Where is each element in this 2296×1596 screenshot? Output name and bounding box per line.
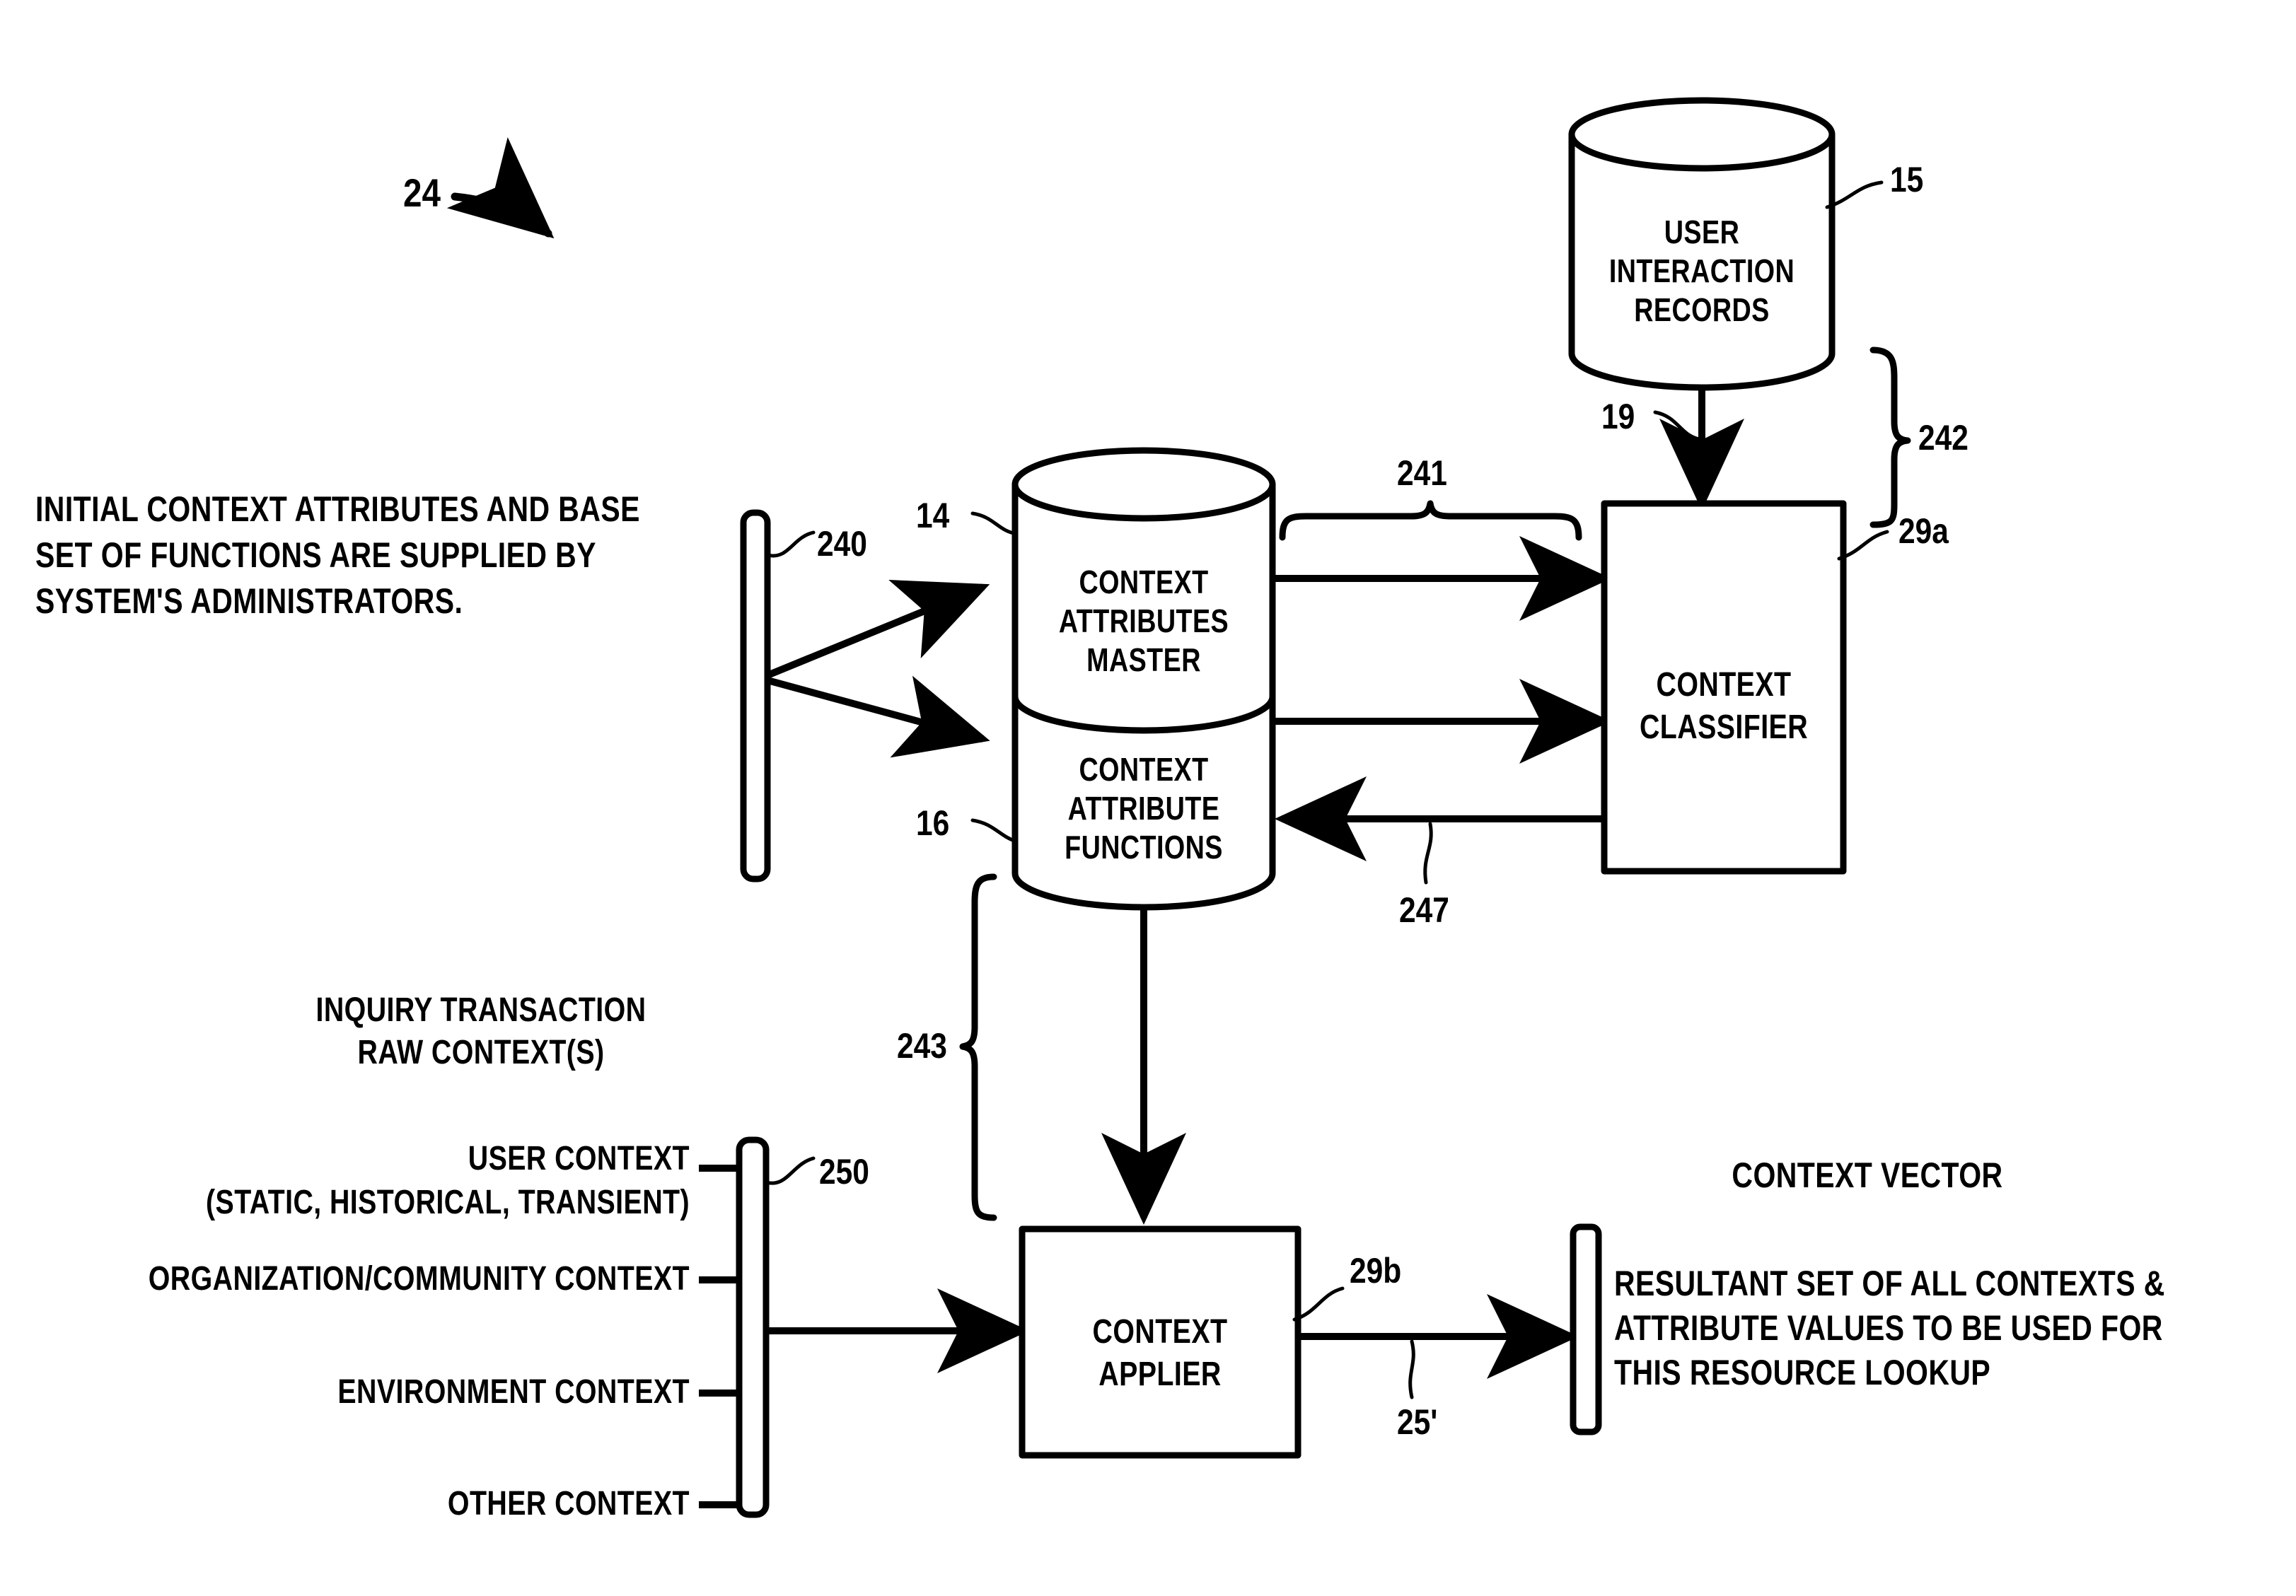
ref-240: 240 xyxy=(817,524,867,564)
arrows-attributes-to-classifier xyxy=(1274,500,1611,764)
ref-243: 243 xyxy=(897,1026,947,1066)
ref-15: 15 xyxy=(1890,160,1924,199)
ref-25prime: 25' xyxy=(1397,1402,1438,1442)
applier-line1: CONTEXT xyxy=(1092,1313,1228,1351)
context-vector-body-line1: RESULTANT SET OF ALL CONTEXTS & xyxy=(1614,1264,2165,1303)
ref-247: 247 xyxy=(1399,890,1449,930)
applier-line2: APPLIER xyxy=(1098,1356,1222,1393)
context-vector-body-line2: ATTRIBUTE VALUES TO BE USED FOR xyxy=(1614,1308,2163,1348)
classifier-line2: CLASSIFIER xyxy=(1639,709,1809,746)
uir-line1: USER xyxy=(1664,214,1740,250)
cam-line2: ATTRIBUTES xyxy=(1058,602,1229,639)
ref-29b: 29b xyxy=(1350,1251,1402,1291)
ref-29a: 29a xyxy=(1898,511,1949,551)
ref-242: 242 xyxy=(1918,418,1969,458)
leader-16 xyxy=(970,818,1019,844)
leader-29b xyxy=(1292,1286,1345,1322)
caf-line3: FUNCTIONS xyxy=(1065,829,1223,866)
leader-25prime xyxy=(1408,1339,1415,1399)
arrow-records-to-classifier xyxy=(1653,388,1744,511)
context-input-label-3: OTHER CONTEXT xyxy=(447,1485,690,1522)
classifier-line1: CONTEXT xyxy=(1656,666,1792,704)
admin-note-line2: SET OF FUNCTIONS ARE SUPPLIED BY xyxy=(35,535,596,575)
context-input-label-0: USER CONTEXT xyxy=(468,1140,690,1177)
context-vector-body-line3: THIS RESOURCE LOOKUP xyxy=(1614,1353,1991,1392)
ref-19: 19 xyxy=(1601,397,1635,436)
uir-line3: RECORDS xyxy=(1634,291,1770,328)
leader-247 xyxy=(1423,822,1433,885)
leader-19 xyxy=(1653,410,1701,441)
patent-figure: 24 INITIAL CONTEXT ATTRIBUTES AND BASE S… xyxy=(0,0,2296,1596)
ref-241: 241 xyxy=(1397,453,1447,493)
caf-line1: CONTEXT xyxy=(1079,751,1209,788)
inquiry-heading-line2: RAW CONTEXT(S) xyxy=(357,1034,605,1071)
arrow-applier-to-vector xyxy=(1298,1294,1579,1399)
raw-context-input-bar xyxy=(699,1136,1029,1518)
cam-line1: CONTEXT xyxy=(1079,564,1209,600)
context-input-label-2: ENVIRONMENT CONTEXT xyxy=(337,1373,690,1411)
uir-line2: INTERACTION xyxy=(1608,252,1795,289)
context-vector-title: CONTEXT VECTOR xyxy=(1732,1155,2003,1195)
ref-250: 250 xyxy=(819,1152,869,1192)
brace-243 xyxy=(959,873,997,1221)
arrow-classifier-to-functions xyxy=(1275,776,1604,885)
leader-29a xyxy=(1837,530,1889,561)
leader-240 xyxy=(765,530,816,558)
context-vector-bar xyxy=(1570,1223,1602,1435)
admin-note-line1: INITIAL CONTEXT ATTRIBUTES AND BASE xyxy=(35,489,640,529)
leader-15 xyxy=(1825,180,1884,209)
cam-line3: MASTER xyxy=(1086,641,1201,678)
leader-250 xyxy=(764,1156,816,1185)
admin-note-line3: SYSTEM'S ADMINISTRATORS. xyxy=(35,581,463,621)
leader-14 xyxy=(970,511,1019,536)
caf-line2: ATTRIBUTE xyxy=(1067,790,1220,827)
context-input-sub-0: (STATIC, HISTORICAL, TRANSIENT) xyxy=(206,1184,690,1221)
ref-14: 14 xyxy=(916,496,950,535)
inquiry-heading-line1: INQUIRY TRANSACTION xyxy=(315,991,647,1029)
brace-242 xyxy=(1869,346,1911,528)
ref-16: 16 xyxy=(916,803,950,843)
figure-leader-arrow xyxy=(446,137,555,239)
figure-number: 24 xyxy=(403,170,441,215)
context-input-label-1: ORGANIZATION/COMMUNITY CONTEXT xyxy=(148,1260,690,1298)
